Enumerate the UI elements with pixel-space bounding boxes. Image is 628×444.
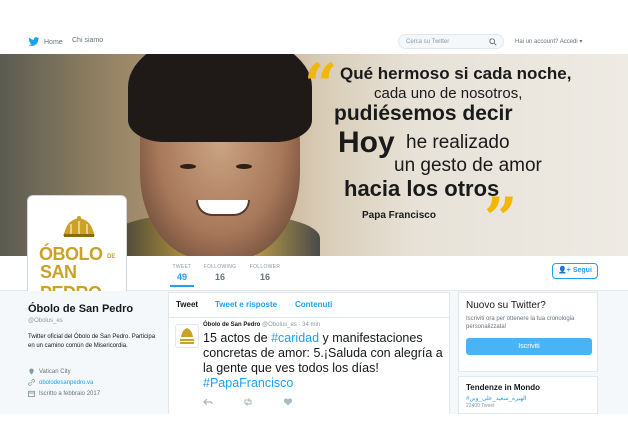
stat-followers[interactable]: FOLLOWER 16 [248,264,282,282]
retweet-icon[interactable] [243,398,253,406]
signup-card-subtitle: Iscriviti ora per ottenere la tua cronol… [466,316,575,330]
tab-media[interactable]: Contenuti [295,300,332,309]
profile-joined: Iscritto a febbraio 2017 [28,390,100,397]
hashtag-papafrancisco[interactable]: #PapaFrancisco [203,376,293,390]
profile-location: Vatican City [28,368,71,375]
profile-location-text: Vatican City [39,368,71,375]
stat-following[interactable]: FOLLOWING 16 [203,264,237,282]
tweet-author[interactable]: Óbolo de San Pedro [203,322,260,328]
signup-button[interactable]: Iscriviti [466,338,592,355]
follow-user-icon: 👤+ [558,267,571,274]
profile-website[interactable]: obolodesanpedro.va [28,379,93,386]
banner-smile [196,200,250,216]
tweet-header: Óbolo de San Pedro @Obolus_es · 34 min [203,322,320,328]
quote-line-5: he realizado [406,132,510,153]
profile-website-link[interactable]: obolodesanpedro.va [39,380,93,386]
stat-tweets[interactable]: TWEET 49 [170,264,194,287]
profile-joined-text: Iscritto a febbraio 2017 [39,390,101,397]
banner-eye-left [180,164,196,169]
tweet-avatar[interactable] [175,324,199,348]
search-icon[interactable] [489,38,497,46]
follow-button[interactable]: 👤+ Segui [552,263,598,279]
login-link[interactable]: Hai un account? Accedi ▾ [515,38,582,45]
like-heart-icon[interactable] [283,398,293,406]
top-navbar: Home Chi siamo Cerca su Twitter Hai un a… [0,0,628,54]
avatar[interactable]: ÓBOLO DE SAN PEDRO [28,196,126,303]
login-label: Hai un account? Accedi [515,39,578,45]
trends-card: Tendenze in Mondo #الهيره_سعيد_على_وين 2… [458,376,598,414]
banner-eye-right [236,164,252,169]
calendar-icon [28,390,35,397]
quote-line-2: cada uno de nosotros, [374,85,523,102]
quote-line-4: Hoy [338,126,395,159]
quote-line-7: hacia los otros [344,176,500,201]
nav-about-label: Chi siamo [72,37,104,44]
stat-followers-value: 16 [259,272,270,282]
profile-name[interactable]: Óbolo de San Pedro [28,303,133,315]
signup-card: Nuovo su Twitter? Iscriviti ora per otte… [458,292,598,372]
tweet-text-part: 15 actos de [203,331,272,345]
stat-tweets-label: TWEET [172,264,192,270]
tiara-icon [63,216,95,237]
stat-following-value: 16 [214,272,225,282]
tweet-handle[interactable]: @Obolus_es [262,322,297,328]
search-input[interactable]: Cerca su Twitter [398,34,504,49]
quote-author: Papa Francisco [362,210,436,221]
trend-item[interactable]: #الهيره_سعيد_على_وين [466,395,526,402]
search-placeholder: Cerca su Twitter [406,39,450,45]
tweet-actions [203,398,293,406]
quote-line-1: Qué hermoso si cada noche, [340,64,572,83]
location-pin-icon [29,368,34,375]
link-icon [28,379,35,386]
trend-count: 22400 Tweet [466,403,495,409]
bottom-margin [0,414,628,444]
reply-icon[interactable] [203,398,213,406]
stat-tweets-value: 49 [176,272,187,282]
nav-about[interactable]: Chi siamo [72,37,103,44]
hashtag-caridad[interactable]: #caridad [271,331,319,345]
close-quote-icon: ” [484,185,518,253]
tweet-text: 15 actos de #caridad y manifestaciones c… [203,331,443,391]
profile-bio: Twitter oficial del Óbolo de San Pedro. … [28,334,156,349]
nav-home-label: Home [44,38,63,46]
stat-followers-label: FOLLOWER [249,264,281,270]
tweet-time[interactable]: · 34 min [298,322,320,328]
trends-title: Tendenze in Mondo [466,383,541,392]
banner-hair [128,54,312,142]
stat-following-label: FOLLOWING [203,264,237,270]
profile-handle[interactable]: @Obolus_es [28,318,63,324]
tweet-item[interactable]: Óbolo de San Pedro @Obolus_es · 34 min 1… [169,317,449,406]
logo-text-de: DE [107,254,116,260]
twitter-bird-icon [28,37,40,46]
quote-line-6: un gesto de amor [394,155,542,176]
signup-card-title: Nuovo su Twitter? [466,300,546,311]
tiara-icon [180,328,194,344]
follow-button-label: Segui [572,267,592,274]
tab-tweets[interactable]: Tweet [176,300,198,309]
nav-home[interactable]: Home [28,37,63,47]
open-quote-icon: “ [304,54,338,119]
quote-line-3: pudiésemos decir [334,102,513,125]
tab-tweets-replies[interactable]: Tweet e risposte [215,300,277,309]
chevron-down-icon: ▾ [579,39,583,45]
